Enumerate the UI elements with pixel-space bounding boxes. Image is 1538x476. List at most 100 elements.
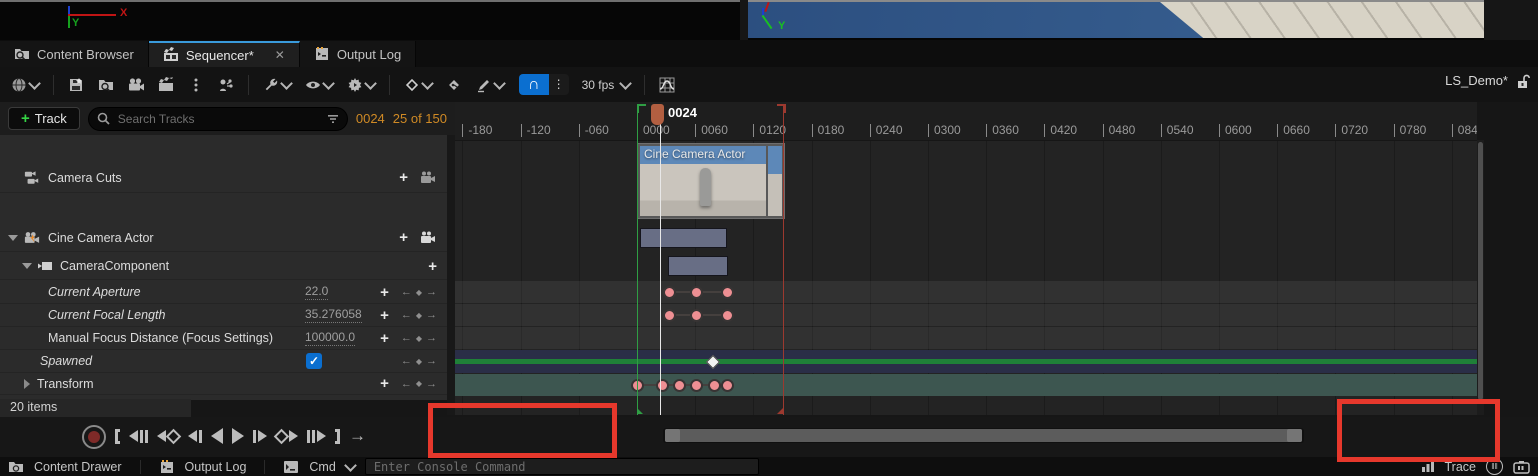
add-section-button[interactable]: + <box>399 169 408 186</box>
transform-keyframe[interactable] <box>690 379 703 392</box>
jump-to-end-button[interactable] <box>335 429 340 444</box>
tab-output-log[interactable]: Output Log <box>300 41 416 67</box>
render-movie-button[interactable] <box>153 74 179 96</box>
add-key-icon[interactable]: ◆ <box>416 288 422 297</box>
more-options-button[interactable] <box>183 74 209 96</box>
next-key-icon[interactable]: → <box>426 332 437 344</box>
next-key-button[interactable] <box>276 430 298 442</box>
spawned-keyframes-row[interactable] <box>455 350 1477 373</box>
next-shot-button[interactable] <box>307 430 326 443</box>
prev-key-icon[interactable]: ← <box>401 332 412 344</box>
sequence-name[interactable]: LS_Demo* <box>1445 73 1508 88</box>
timeline-area[interactable]: -180-120-0600000006001200180024003000360… <box>455 102 1477 415</box>
prev-key-icon[interactable]: ← <box>401 309 412 321</box>
add-track-button[interactable]: + Track <box>8 107 80 130</box>
actions-button[interactable] <box>213 74 239 96</box>
cine-camera-actor-section[interactable] <box>640 228 727 248</box>
add-key-icon[interactable]: ◆ <box>416 334 422 343</box>
focal-length-keyframe[interactable] <box>663 309 676 322</box>
camera-lock-icon[interactable] <box>420 231 437 244</box>
play-button[interactable] <box>232 428 244 444</box>
screenshot-icon[interactable] <box>1513 460 1530 474</box>
record-button[interactable] <box>82 425 106 449</box>
close-icon[interactable]: ✕ <box>275 48 285 62</box>
next-key-icon[interactable]: → <box>426 355 437 367</box>
prev-key-icon[interactable]: ← <box>401 286 412 298</box>
previous-shot-button[interactable] <box>129 430 148 443</box>
unlock-icon[interactable] <box>1517 74 1530 89</box>
snap-options-button[interactable]: ⋮ <box>549 74 569 95</box>
tab-sequencer[interactable]: Sequencer* ✕ <box>149 41 300 67</box>
step-back-button[interactable] <box>188 430 202 443</box>
camera-lock-icon[interactable] <box>420 171 437 184</box>
search-input[interactable] <box>116 111 321 127</box>
camera-component-section[interactable] <box>668 256 728 276</box>
transform-keyframe[interactable] <box>673 379 686 392</box>
console-input[interactable] <box>372 459 756 475</box>
aperture-value[interactable]: 22.0 <box>305 284 328 300</box>
focal-length-keyframe[interactable] <box>721 309 734 322</box>
filter-icon[interactable] <box>327 113 339 125</box>
playhead-handle[interactable] <box>651 104 664 125</box>
track-row-current-focal-length[interactable]: Current Focal Length 35.276058 + ←◆→ <box>0 304 447 327</box>
aperture-keyframe[interactable] <box>663 286 676 299</box>
expand-arrow-icon[interactable] <box>22 263 32 269</box>
add-key-button[interactable]: + <box>380 307 389 324</box>
aperture-keyframe[interactable] <box>690 286 703 299</box>
jump-to-front-button[interactable] <box>115 429 120 444</box>
scrollbar-resize-right[interactable] <box>1287 429 1302 442</box>
expand-arrow-icon[interactable] <box>8 235 18 241</box>
prev-key-icon[interactable]: ← <box>401 378 412 390</box>
horizontal-scrollbar-thumb[interactable] <box>665 429 1302 442</box>
viewport-top-right[interactable]: Y <box>748 0 1484 41</box>
track-row-current-aperture[interactable]: Current Aperture 22.0 + ←◆→ <box>0 281 447 304</box>
camera-cut-thumbnail[interactable]: Cine Camera Actor <box>640 146 766 216</box>
snap-toggle-button[interactable]: ∩ <box>519 74 549 95</box>
focus-distance-keyframes-row[interactable] <box>455 327 1477 349</box>
add-key-icon[interactable]: ◆ <box>416 311 422 320</box>
add-key-button[interactable]: + <box>380 330 389 347</box>
prev-key-icon[interactable]: ← <box>401 355 412 367</box>
play-mode-button[interactable]: → <box>349 429 366 443</box>
focal-length-keyframes-row[interactable] <box>455 304 1477 326</box>
browse-asset-button[interactable] <box>93 74 119 96</box>
next-key-icon[interactable]: → <box>426 309 437 321</box>
expand-arrow-icon[interactable] <box>24 379 30 389</box>
timeline-ruler[interactable]: -180-120-0600000006001200180024003000360… <box>455 102 1477 141</box>
tab-content-browser[interactable]: Content Browser <box>0 41 149 67</box>
transform-keyframe[interactable] <box>656 379 669 392</box>
add-key-icon[interactable]: ◆ <box>416 379 422 388</box>
aperture-keyframes-row[interactable] <box>455 281 1477 303</box>
save-button[interactable] <box>63 74 89 96</box>
view-options-button[interactable] <box>300 74 338 96</box>
add-key-icon[interactable]: ◆ <box>416 357 422 366</box>
current-frame-field[interactable]: 0024 <box>356 111 385 126</box>
track-row-camera-component[interactable]: CameraComponent + <box>0 253 447 280</box>
panel-splitter[interactable] <box>447 135 455 415</box>
playback-end-marker[interactable] <box>783 104 784 415</box>
previous-key-button[interactable] <box>157 430 179 442</box>
focus-distance-value[interactable]: 100000.0 <box>305 330 355 346</box>
track-row-manual-focus-distance[interactable]: Manual Focus Distance (Focus Settings) 1… <box>0 327 447 350</box>
add-track-button[interactable]: + <box>399 229 408 246</box>
viewport-top-left[interactable]: X Y <box>0 0 740 40</box>
track-row-camera-cuts[interactable]: Camera Cuts + <box>0 163 447 193</box>
add-track-button[interactable]: + <box>428 258 437 275</box>
focal-length-keyframe[interactable] <box>690 309 703 322</box>
add-key-button[interactable]: + <box>380 284 389 301</box>
curve-editor-button[interactable] <box>654 74 680 96</box>
vertical-scrollbar-thumb[interactable] <box>1478 142 1483 400</box>
cmd-dropdown[interactable]: Cmd <box>309 460 335 474</box>
scrollbar-resize-left[interactable] <box>665 429 680 442</box>
aperture-keyframe[interactable] <box>721 286 734 299</box>
output-log-button[interactable]: Output Log <box>185 460 247 474</box>
edit-options-button[interactable] <box>471 74 509 96</box>
transform-keyframe[interactable] <box>721 379 734 392</box>
step-forward-button[interactable] <box>253 430 267 443</box>
next-key-icon[interactable]: → <box>426 286 437 298</box>
focal-length-value[interactable]: 35.276058 <box>305 307 362 323</box>
playhead-line[interactable] <box>660 110 661 415</box>
next-key-icon[interactable]: → <box>426 378 437 390</box>
auto-key-button[interactable] <box>441 74 467 96</box>
track-row-cine-camera-actor[interactable]: Cine Camera Actor + <box>0 224 447 252</box>
